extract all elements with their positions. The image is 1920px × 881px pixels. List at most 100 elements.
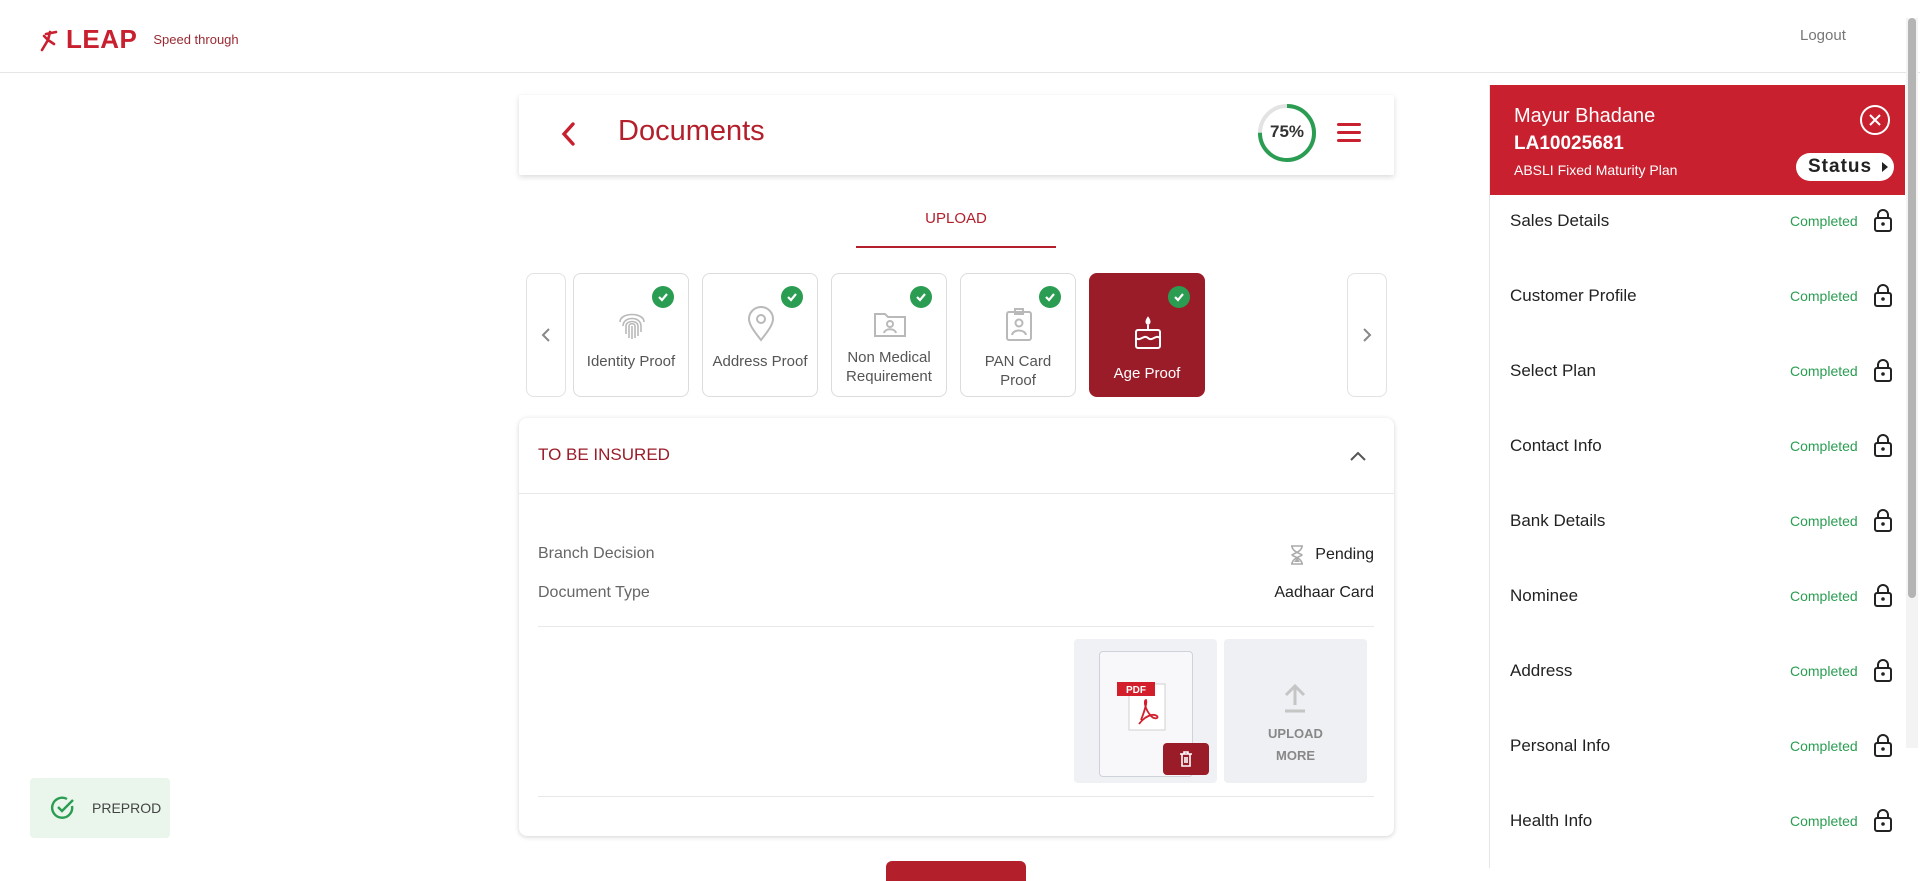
step-sales-details[interactable]: Sales Details Completed — [1510, 201, 1892, 241]
pdf-file-icon: PDF — [1117, 682, 1166, 731]
upload-icon — [1284, 683, 1306, 713]
tab-upload[interactable]: UPLOAD — [856, 200, 1056, 248]
folder-person-icon — [874, 313, 906, 337]
carousel-next-button[interactable] — [1347, 273, 1387, 397]
hourglass-icon — [1291, 545, 1304, 565]
branch-decision-label: Branch Decision — [538, 545, 655, 562]
progress-percent: 75% — [1269, 122, 1305, 141]
check-icon — [910, 286, 932, 308]
step-bank-details[interactable]: Bank Details Completed — [1510, 501, 1892, 541]
step-nominee[interactable]: Nominee Completed — [1510, 576, 1892, 616]
close-panel-button[interactable] — [1860, 105, 1890, 135]
documents-header: Documents 75% — [519, 95, 1394, 175]
doc-tab-label: Non Medical Requirement — [846, 349, 932, 385]
step-name: Personal Info — [1510, 736, 1611, 755]
divider — [538, 626, 1374, 627]
step-name: Sales Details — [1510, 211, 1610, 230]
step-name: Address — [1510, 661, 1573, 680]
check-icon — [781, 286, 803, 308]
section-title: TO BE INSURED — [538, 445, 670, 464]
step-name: Customer Profile — [1510, 286, 1637, 305]
brand[interactable]: LEAP Speed through — [38, 24, 239, 55]
doc-tab-identity-proof[interactable]: Identity Proof — [573, 273, 689, 397]
id-badge-icon — [1006, 308, 1032, 341]
document-type-label: Document Type — [538, 584, 650, 601]
lock-icon — [1874, 434, 1892, 457]
runner-icon — [40, 30, 58, 51]
menu-button[interactable] — [1337, 123, 1361, 145]
uploaded-file-tile[interactable]: PDF — [1074, 639, 1217, 783]
doc-tab-label: Age Proof — [1113, 365, 1181, 382]
scrollbar[interactable] — [1906, 18, 1918, 748]
step-contact-info[interactable]: Contact Info Completed — [1510, 426, 1892, 466]
top-bar: LEAP Speed through Logout — [0, 0, 1920, 73]
application-panel: Mayur Bhadane LA10025681 ABSLI Fixed Mat… — [1489, 85, 1905, 868]
environment-badge: PREPROD — [30, 778, 170, 838]
check-icon — [1168, 286, 1190, 308]
branch-decision-text: Pending — [1315, 546, 1374, 563]
step-status: Completed — [1790, 663, 1858, 679]
plan-name: ABSLI Fixed Maturity Plan — [1514, 162, 1678, 178]
brand-name: LEAP — [66, 24, 138, 54]
chevron-left-icon — [561, 122, 575, 146]
step-customer-profile[interactable]: Customer Profile Completed — [1510, 276, 1892, 316]
fingerprint-icon — [619, 313, 645, 339]
lock-icon — [1874, 809, 1892, 832]
back-button[interactable] — [554, 119, 584, 149]
brand-tagline: Speed through — [153, 32, 239, 47]
step-personal-info[interactable]: Personal Info Completed — [1510, 726, 1892, 766]
leap-logo: LEAP — [38, 24, 137, 55]
step-name: Contact Info — [1510, 436, 1602, 455]
trash-icon — [1180, 751, 1192, 767]
location-pin-icon — [747, 306, 775, 342]
applicant-name: Mayur Bhadane — [1514, 105, 1656, 127]
lock-icon — [1874, 284, 1892, 307]
pdf-badge: PDF — [1126, 685, 1146, 696]
chevron-right-icon — [1363, 328, 1372, 342]
page-title: Documents — [618, 115, 765, 147]
status-label: Status — [1808, 156, 1873, 177]
section-header[interactable]: TO BE INSURED — [519, 418, 1394, 494]
chevron-up-icon[interactable] — [1348, 446, 1368, 466]
doc-tab-address-proof[interactable]: Address Proof — [702, 273, 818, 397]
step-status: Completed — [1790, 738, 1858, 754]
scrollbar-thumb[interactable] — [1908, 18, 1916, 598]
logout-link[interactable]: Logout — [1800, 27, 1846, 44]
submit-button[interactable] — [886, 861, 1026, 881]
check-icon — [1039, 286, 1061, 308]
delete-file-button[interactable] — [1163, 743, 1209, 775]
step-health-info[interactable]: Health Info Completed — [1510, 801, 1892, 841]
doc-tab-age-proof[interactable]: Age Proof — [1089, 273, 1205, 397]
progress-ring: 75% — [1256, 102, 1318, 164]
step-status: Completed — [1790, 513, 1858, 529]
step-status: Completed — [1790, 813, 1858, 829]
step-status: Completed — [1790, 288, 1858, 304]
birthday-cake-icon — [1135, 316, 1161, 349]
upload-more-button[interactable]: UPLOAD MORE — [1224, 639, 1367, 783]
step-status: Completed — [1790, 588, 1858, 604]
doc-tab-pan-card-proof[interactable]: PAN Card Proof — [960, 273, 1076, 397]
step-name: Health Info — [1510, 811, 1593, 830]
chevron-left-icon — [541, 328, 550, 342]
branch-decision-value: Pending — [1289, 545, 1374, 565]
step-address[interactable]: Address Completed — [1510, 651, 1892, 691]
check-icon — [652, 286, 674, 308]
hamburger-icon — [1337, 123, 1361, 126]
lock-icon — [1874, 659, 1892, 682]
step-status: Completed — [1790, 438, 1858, 454]
to-be-insured-section: TO BE INSURED Branch Decision Pending Do… — [519, 418, 1394, 836]
carousel-prev-button[interactable] — [526, 273, 566, 397]
applicant-header: Mayur Bhadane LA10025681 ABSLI Fixed Mat… — [1490, 85, 1905, 195]
step-select-plan[interactable]: Select Plan Completed — [1510, 351, 1892, 391]
step-status: Completed — [1790, 363, 1858, 379]
step-status: Completed — [1790, 213, 1858, 229]
document-type-value: Aadhaar Card — [1274, 584, 1374, 601]
status-button[interactable]: Status — [1796, 153, 1894, 181]
lock-icon — [1874, 359, 1892, 382]
divider — [538, 796, 1374, 797]
doc-tab-label: PAN Card Proof — [984, 353, 1052, 389]
upload-more-text: UPLOAD MORE — [1268, 726, 1323, 763]
triangle-right-icon — [1882, 162, 1888, 172]
doc-tab-non-medical-requirement[interactable]: Non Medical Requirement — [831, 273, 947, 397]
step-name: Select Plan — [1510, 361, 1596, 380]
